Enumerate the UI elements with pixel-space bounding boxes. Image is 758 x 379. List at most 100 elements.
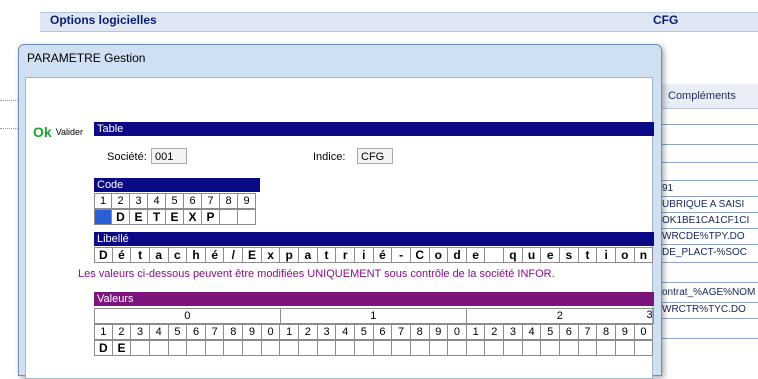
right-item[interactable]: OK1BE1CA1CF1CI bbox=[662, 215, 758, 226]
libelle-char-cell[interactable]: D bbox=[94, 247, 113, 263]
libelle-char-cell[interactable]: i bbox=[597, 247, 616, 263]
valeurs-char-cell[interactable] bbox=[560, 340, 579, 356]
libelle-char-cell[interactable]: s bbox=[560, 247, 579, 263]
libelle-char-cell[interactable]: a bbox=[299, 247, 318, 263]
libelle-char-cell[interactable]: é bbox=[112, 247, 132, 263]
divider bbox=[660, 196, 758, 197]
code-char-cell[interactable] bbox=[94, 209, 112, 225]
valeurs-char-cell[interactable] bbox=[354, 340, 374, 356]
valeurs-digit-cell: 3 bbox=[504, 324, 523, 340]
valeurs-char-cell[interactable] bbox=[485, 340, 505, 356]
right-item[interactable]: WRCTR%TYC.DO bbox=[662, 304, 758, 315]
valeurs-char-cell[interactable] bbox=[224, 340, 244, 356]
valeurs-digit-cell: 5 bbox=[354, 324, 374, 340]
libelle-char-cell[interactable]: t bbox=[317, 247, 337, 263]
valeurs-char-cell[interactable] bbox=[299, 340, 318, 356]
libelle-char-cell[interactable]: q bbox=[504, 247, 523, 263]
valeurs-char-cell[interactable] bbox=[410, 340, 430, 356]
valeurs-tens-row: 0123 bbox=[94, 308, 654, 324]
libelle-char-cell[interactable]: t bbox=[131, 247, 150, 263]
libelle-char-cell[interactable]: c bbox=[168, 247, 188, 263]
valeurs-char-cell[interactable] bbox=[466, 340, 486, 356]
libelle-char-cell[interactable]: x bbox=[261, 247, 281, 263]
code-char-cell[interactable]: E bbox=[166, 209, 184, 225]
valeurs-digit-cell: 4 bbox=[336, 324, 355, 340]
valeurs-digit-cell: 3 bbox=[131, 324, 150, 340]
code-digit-cell: 8 bbox=[220, 193, 238, 209]
libelle-char-cell[interactable]: / bbox=[224, 247, 244, 263]
libelle-char-cell[interactable]: E bbox=[243, 247, 262, 263]
valeurs-char-cell[interactable] bbox=[578, 340, 598, 356]
valeurs-char-cell[interactable] bbox=[634, 340, 654, 356]
libelle-char-cell[interactable]: é bbox=[205, 247, 225, 263]
code-char-cell[interactable]: E bbox=[130, 209, 148, 225]
valeurs-tens-cell: 2 bbox=[467, 308, 654, 324]
valeurs-char-cell[interactable]: E bbox=[112, 340, 132, 356]
divider bbox=[660, 262, 758, 263]
valeurs-char-cell[interactable] bbox=[336, 340, 355, 356]
libelle-char-cell[interactable]: é bbox=[373, 247, 393, 263]
valeurs-char-cell[interactable] bbox=[392, 340, 411, 356]
libelle-char-cell[interactable]: - bbox=[392, 247, 411, 263]
valeurs-char-cell[interactable] bbox=[317, 340, 337, 356]
code-input-row[interactable]: DETEXP bbox=[94, 209, 256, 225]
libelle-char-cell[interactable]: e bbox=[466, 247, 486, 263]
libelle-char-cell[interactable]: a bbox=[149, 247, 169, 263]
valeurs-char-cell[interactable] bbox=[187, 340, 206, 356]
valeurs-char-cell[interactable] bbox=[522, 340, 542, 356]
code-band: Code bbox=[94, 178, 260, 192]
valeurs-char-cell[interactable] bbox=[597, 340, 616, 356]
valeurs-char-cell[interactable] bbox=[615, 340, 635, 356]
code-char-cell[interactable] bbox=[238, 209, 256, 225]
code-char-cell[interactable]: P bbox=[202, 209, 220, 225]
valeurs-char-cell[interactable] bbox=[541, 340, 561, 356]
valeurs-char-cell[interactable] bbox=[373, 340, 393, 356]
valeurs-char-cell[interactable] bbox=[149, 340, 169, 356]
valeurs-digit-cell: 9 bbox=[243, 324, 262, 340]
libelle-char-cell[interactable]: C bbox=[410, 247, 430, 263]
libelle-char-cell[interactable]: h bbox=[187, 247, 206, 263]
libelle-char-cell[interactable]: u bbox=[522, 247, 542, 263]
libelle-char-cell[interactable]: o bbox=[429, 247, 449, 263]
code-char-cell[interactable]: D bbox=[112, 209, 130, 225]
libelle-char-cell[interactable]: o bbox=[615, 247, 635, 263]
libelle-char-cell[interactable]: p bbox=[280, 247, 300, 263]
right-item[interactable]: WRCDE%TPY.DO bbox=[662, 231, 758, 242]
valeurs-digit-cell: 0 bbox=[634, 324, 654, 340]
code-char-cell[interactable] bbox=[220, 209, 238, 225]
validate-label: Valider bbox=[55, 127, 84, 137]
divider bbox=[660, 212, 758, 213]
valeurs-char-cell[interactable] bbox=[205, 340, 225, 356]
code-char-cell[interactable]: X bbox=[184, 209, 202, 225]
valeurs-char-cell[interactable] bbox=[131, 340, 150, 356]
valeurs-char-cell[interactable] bbox=[280, 340, 300, 356]
libelle-char-cell[interactable]: n bbox=[634, 247, 654, 263]
societe-field[interactable]: 001 bbox=[151, 148, 187, 164]
libelle-char-cell[interactable]: e bbox=[541, 247, 561, 263]
dialog-title: PARAMETRE Gestion bbox=[27, 51, 146, 65]
libelle-char-cell[interactable]: r bbox=[336, 247, 355, 263]
libelle-char-cell[interactable]: t bbox=[578, 247, 598, 263]
valeurs-char-cell[interactable] bbox=[504, 340, 523, 356]
libelle-input-row[interactable]: Dé t a c h é / Ex p a t r i é - Co d e q u e s t i o n bbox=[94, 247, 654, 263]
valeurs-char-cell[interactable] bbox=[168, 340, 188, 356]
valeurs-char-cell[interactable] bbox=[261, 340, 281, 356]
valeurs-char-cell[interactable] bbox=[429, 340, 449, 356]
valeurs-tens-cell: 0 bbox=[94, 308, 281, 324]
right-item[interactable]: ontrat_%AGE%NOM bbox=[662, 287, 758, 298]
options-code: CFG bbox=[653, 13, 679, 27]
right-item[interactable]: UBRIQUE A SAISI bbox=[662, 199, 758, 210]
right-item[interactable]: 91 bbox=[662, 183, 758, 194]
valeurs-char-cell[interactable] bbox=[448, 340, 467, 356]
valeurs-input-row[interactable]: DE bbox=[94, 340, 654, 356]
valeurs-char-cell[interactable]: D bbox=[94, 340, 113, 356]
libelle-char-cell[interactable] bbox=[485, 247, 505, 263]
code-char-cell[interactable]: T bbox=[148, 209, 166, 225]
libelle-char-cell[interactable]: d bbox=[448, 247, 467, 263]
indice-field[interactable]: CFG bbox=[357, 148, 393, 164]
validate-button[interactable]: Ok Valider bbox=[33, 124, 83, 140]
right-item[interactable]: DE_PLACT-%SOC bbox=[662, 247, 758, 258]
libelle-char-cell[interactable]: i bbox=[354, 247, 374, 263]
divider bbox=[660, 338, 758, 339]
valeurs-char-cell[interactable] bbox=[243, 340, 262, 356]
